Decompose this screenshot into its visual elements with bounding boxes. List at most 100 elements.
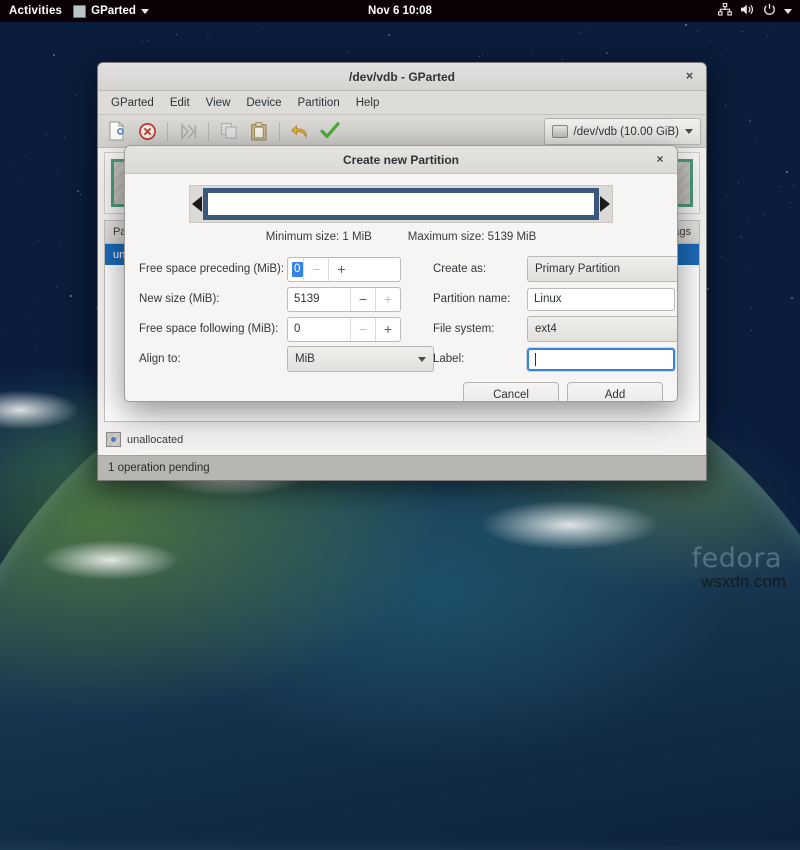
free-space-following-stepper[interactable]: 0 − +: [287, 316, 401, 342]
slider-partition-block[interactable]: [203, 188, 599, 220]
label-align-to: Align to:: [139, 353, 181, 365]
add-button[interactable]: Add: [567, 381, 663, 401]
gparted-app-icon: [73, 4, 87, 18]
free-space-following-increment[interactable]: +: [375, 317, 400, 341]
chevron-down-icon: [685, 129, 693, 134]
free-space-preceding-field-wrap: 0 − +: [287, 256, 419, 282]
dialog-titlebar[interactable]: Create new Partition ×: [125, 146, 677, 174]
label-file-system: File system:: [433, 323, 495, 335]
system-menu-caret-icon[interactable]: [784, 8, 792, 14]
gnome-top-bar: Activities GParted Nov 6 10:08: [0, 0, 800, 22]
toolbar-separator: [208, 121, 209, 141]
align-to-select[interactable]: MiB: [287, 346, 434, 372]
file-system-select[interactable]: ext4: [527, 316, 678, 342]
copy-icon: [215, 118, 243, 144]
gparted-toolbar: /dev/vdb (10.00 GiB): [98, 115, 706, 148]
gparted-titlebar[interactable]: /dev/vdb - GParted ×: [98, 63, 706, 91]
partition-name-input[interactable]: Linux: [527, 287, 675, 311]
activities-button[interactable]: Activities: [0, 5, 73, 17]
new-partition-icon[interactable]: [103, 118, 131, 144]
free-space-following-decrement[interactable]: −: [350, 317, 375, 341]
menu-item-help[interactable]: Help: [349, 95, 387, 111]
toolbar-separator: [279, 121, 280, 141]
maximum-size-label: Maximum size: 5139 MiB: [407, 231, 537, 243]
slider-track[interactable]: [189, 185, 613, 223]
close-icon[interactable]: ×: [681, 68, 698, 85]
new-size-increment[interactable]: +: [375, 287, 400, 311]
site-watermark: wsxdn.com: [700, 572, 786, 591]
chevron-down-icon: [677, 327, 678, 332]
menu-item-view[interactable]: View: [199, 95, 238, 111]
align-to-wrap: MiB: [287, 346, 434, 372]
paste-icon[interactable]: [245, 118, 273, 144]
free-space-preceding-decrement[interactable]: −: [303, 257, 328, 281]
create-new-partition-dialog: Create new Partition × Minimum size: 1 M…: [124, 145, 678, 402]
minimum-size-label: Minimum size: 1 MiB: [265, 231, 372, 243]
chevron-down-icon: [140, 8, 149, 14]
gparted-statusbar: 1 operation pending: [98, 455, 706, 480]
label-field-wrap: [527, 347, 677, 371]
legend-swatch-icon: [106, 432, 121, 447]
apply-icon[interactable]: [316, 118, 344, 144]
new-size-decrement[interactable]: −: [350, 287, 375, 311]
label-new-size: New size (MiB):: [139, 293, 220, 305]
text-cursor: [535, 352, 536, 366]
menu-item-device[interactable]: Device: [239, 95, 288, 111]
new-size-field-wrap: 5139 − +: [287, 286, 419, 312]
align-to-value: MiB: [295, 353, 315, 365]
free-space-preceding-increment[interactable]: +: [328, 257, 353, 281]
legend-label: unallocated: [127, 433, 184, 446]
free-space-preceding-value[interactable]: 0: [292, 261, 304, 277]
label-input[interactable]: [527, 347, 675, 371]
label-label: Label:: [433, 353, 465, 365]
power-icon[interactable]: [763, 3, 776, 19]
create-as-select[interactable]: Primary Partition: [527, 256, 678, 282]
new-size-stepper[interactable]: 5139 − +: [287, 286, 401, 312]
volume-icon[interactable]: [740, 3, 755, 19]
free-space-following-field-wrap: 0 − +: [287, 316, 419, 342]
partition-form: Free space preceding (MiB): 0 − + Create…: [139, 254, 677, 374]
size-range-info: Minimum size: 1 MiB Maximum size: 5139 M…: [139, 231, 663, 243]
partition-size-slider[interactable]: [139, 185, 663, 223]
dialog-body: Minimum size: 1 MiB Maximum size: 5139 M…: [125, 174, 677, 374]
create-as-value: Primary Partition: [535, 263, 620, 275]
toolbar-separator: [167, 121, 168, 141]
partition-name-wrap: Linux: [527, 287, 677, 311]
close-icon[interactable]: ×: [652, 152, 668, 168]
free-space-following-value[interactable]: 0: [288, 318, 350, 341]
label-free-space-preceding: Free space preceding (MiB):: [139, 263, 285, 275]
cancel-button[interactable]: Cancel: [463, 381, 559, 401]
system-tray[interactable]: [718, 2, 800, 19]
delete-partition-icon[interactable]: [133, 118, 161, 144]
dialog-action-bar: Cancel Add: [125, 374, 677, 401]
undo-icon[interactable]: [286, 118, 314, 144]
gparted-menubar: GParted Edit View Device Partition Help: [98, 91, 706, 115]
chevron-down-icon: [677, 267, 678, 272]
menu-item-gparted[interactable]: GParted: [104, 95, 161, 111]
legend-unallocated: unallocated: [106, 432, 183, 447]
free-space-preceding-stepper[interactable]: 0 − +: [287, 256, 401, 282]
network-icon[interactable]: [718, 2, 732, 19]
device-selector-label: /dev/vdb (10.00 GiB): [573, 125, 679, 138]
resize-move-icon: [174, 118, 202, 144]
new-size-value[interactable]: 5139: [288, 288, 350, 311]
resize-left-handle-icon[interactable]: [192, 196, 202, 212]
label-partition-name: Partition name:: [433, 293, 511, 305]
file-system-value: ext4: [535, 323, 557, 335]
resize-right-handle-icon[interactable]: [600, 196, 610, 212]
dialog-title: Create new Partition: [342, 152, 460, 167]
disk-icon: [551, 125, 568, 138]
gparted-window-title: /dev/vdb - GParted: [348, 69, 456, 84]
app-menu-label: GParted: [91, 5, 136, 17]
menu-item-edit[interactable]: Edit: [163, 95, 197, 111]
menu-item-partition[interactable]: Partition: [291, 95, 347, 111]
label-free-space-following: Free space following (MiB):: [139, 323, 279, 335]
file-system-wrap: ext4: [527, 316, 678, 342]
fedora-watermark: fedora: [691, 543, 782, 574]
app-menu-button[interactable]: GParted: [73, 4, 149, 18]
pending-operations-text: 1 operation pending: [108, 462, 210, 474]
create-as-wrap: Primary Partition: [527, 256, 678, 282]
label-create-as: Create as:: [433, 263, 487, 275]
device-selector[interactable]: /dev/vdb (10.00 GiB): [543, 118, 701, 145]
partition-name-value: Linux: [534, 293, 562, 305]
